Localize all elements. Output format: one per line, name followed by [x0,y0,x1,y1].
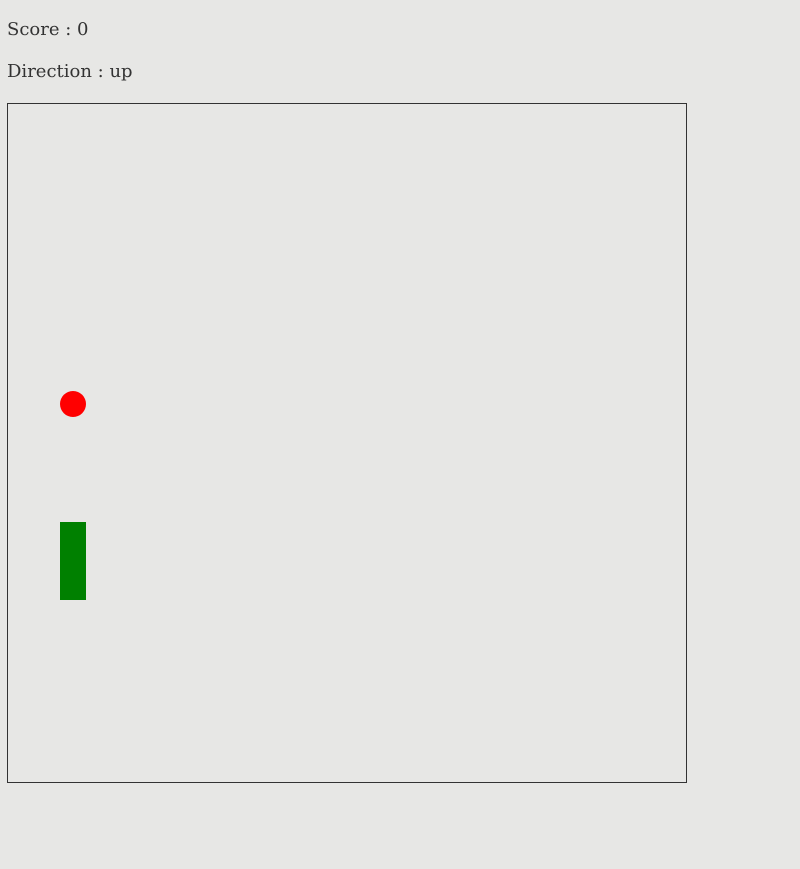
snake-body [60,522,86,600]
direction-label: Direction : [7,61,110,82]
score-value: 0 [77,19,89,40]
direction-value: up [109,61,133,82]
score-label: Score : [7,19,78,40]
direction-display: Direction : up [7,61,133,83]
score-display: Score : 0 [7,19,88,41]
game-board[interactable] [7,103,687,783]
food-apple [60,391,86,417]
